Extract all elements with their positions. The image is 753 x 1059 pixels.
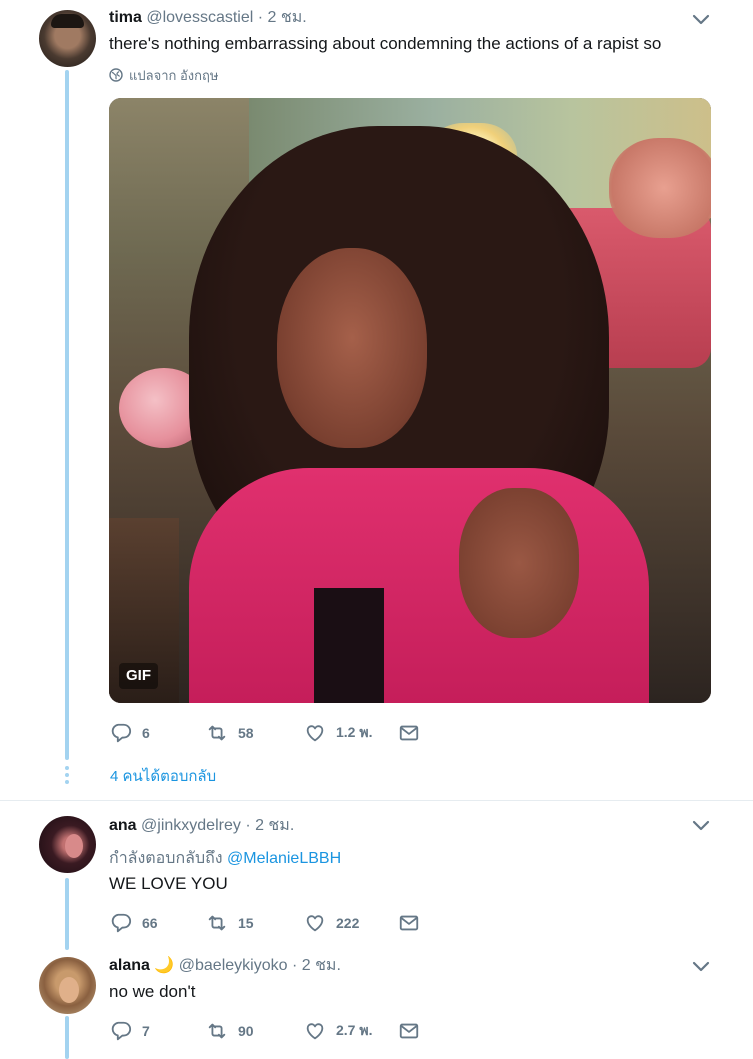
direct-message-button[interactable] [398, 911, 420, 935]
envelope-icon [398, 722, 420, 744]
avatar[interactable] [39, 957, 96, 1014]
reply-count: 66 [142, 915, 158, 931]
direct-message-button[interactable] [398, 721, 420, 745]
tweet-actions: 6 58 1.2 พ. [110, 721, 430, 745]
chevron-down-icon[interactable] [692, 820, 710, 832]
retweet-icon [206, 912, 228, 934]
heart-icon [304, 912, 326, 934]
tweet-header: tima @lovesscastiel · 2 ชม. [109, 8, 307, 28]
reply-icon [110, 722, 132, 744]
timestamp[interactable]: · 2 ชม. [258, 9, 307, 26]
tweet-actions: 66 15 222 [110, 911, 430, 935]
translate-link[interactable]: แปลจาก อังกฤษ [109, 66, 218, 84]
avatar[interactable] [39, 816, 96, 873]
retweet-button[interactable]: 90 [206, 1019, 254, 1043]
like-count: 222 [336, 915, 360, 931]
like-count: 1.2 พ. [336, 724, 373, 740]
retweet-count: 90 [238, 1023, 254, 1039]
like-count: 2.7 พ. [336, 1022, 373, 1038]
replying-prefix: กำลังตอบกลับถึง [109, 850, 223, 867]
display-name[interactable]: alana [109, 957, 150, 974]
display-name[interactable]: tima [109, 9, 142, 26]
chevron-down-icon[interactable] [692, 14, 710, 26]
heart-icon [304, 1020, 326, 1042]
tweet-text: there's nothing embarrassing about conde… [109, 34, 662, 53]
retweet-icon [206, 722, 228, 744]
divider [0, 800, 753, 801]
like-button[interactable]: 222 [304, 911, 359, 935]
hand-right [609, 138, 711, 238]
thread-line-mid [65, 878, 69, 950]
top [314, 588, 384, 703]
tweet-header: alana 🌙 @baeleykiyoko · 2 ชม. [109, 956, 341, 976]
mention-link[interactable]: @MelanieLBBH [227, 850, 341, 867]
reply-count: 6 [142, 725, 150, 741]
reply-icon [110, 912, 132, 934]
envelope-icon [398, 912, 420, 934]
user-handle[interactable]: @lovesscastiel [146, 9, 253, 26]
heart-icon [304, 722, 326, 744]
retweet-button[interactable]: 15 [206, 911, 254, 935]
globe-icon [109, 68, 123, 82]
reply-button[interactable]: 6 [110, 721, 150, 745]
retweet-icon [206, 1020, 228, 1042]
reply-icon [110, 1020, 132, 1042]
translate-label: แปลจาก อังกฤษ [129, 67, 219, 83]
tweet-actions: 7 90 2.7 พ. [110, 1019, 430, 1043]
gif-media[interactable]: GIF [109, 98, 711, 703]
tweet-text: no we don't [109, 982, 196, 1001]
raised-hand [459, 488, 579, 638]
like-button[interactable]: 2.7 พ. [304, 1019, 372, 1043]
show-more-replies[interactable]: 4 คนได้ตอบกลับ [110, 764, 216, 788]
direct-message-button[interactable] [398, 1019, 420, 1043]
retweet-button[interactable]: 58 [206, 721, 254, 745]
face [277, 248, 427, 448]
timestamp[interactable]: · 2 ชม. [292, 957, 341, 974]
reply-button[interactable]: 66 [110, 911, 158, 935]
thread-line-top [65, 70, 69, 760]
tweet-text: WE LOVE YOU [109, 874, 228, 893]
timestamp[interactable]: · 2 ชม. [245, 817, 294, 834]
gif-badge: GIF [119, 663, 158, 689]
chevron-down-icon[interactable] [692, 961, 710, 973]
replying-to: กำลังตอบกลับถึง @MelanieLBBH [109, 846, 341, 871]
like-button[interactable]: 1.2 พ. [304, 721, 372, 745]
retweet-count: 58 [238, 725, 254, 741]
envelope-icon [398, 1020, 420, 1042]
tweet-header: ana @jinkxydelrey · 2 ชม. [109, 816, 294, 836]
user-handle[interactable]: @jinkxydelrey [141, 817, 241, 834]
reply-button[interactable]: 7 [110, 1019, 150, 1043]
reply-count: 7 [142, 1023, 150, 1039]
retweet-count: 15 [238, 915, 254, 931]
display-name[interactable]: ana [109, 817, 137, 834]
thread-line-bottom [65, 1016, 69, 1059]
avatar[interactable] [39, 10, 96, 67]
moon-emoji: 🌙 [154, 957, 175, 974]
user-handle[interactable]: @baeleykiyoko [179, 957, 288, 974]
pink-blazer [189, 468, 649, 703]
thread-dots [63, 766, 71, 786]
